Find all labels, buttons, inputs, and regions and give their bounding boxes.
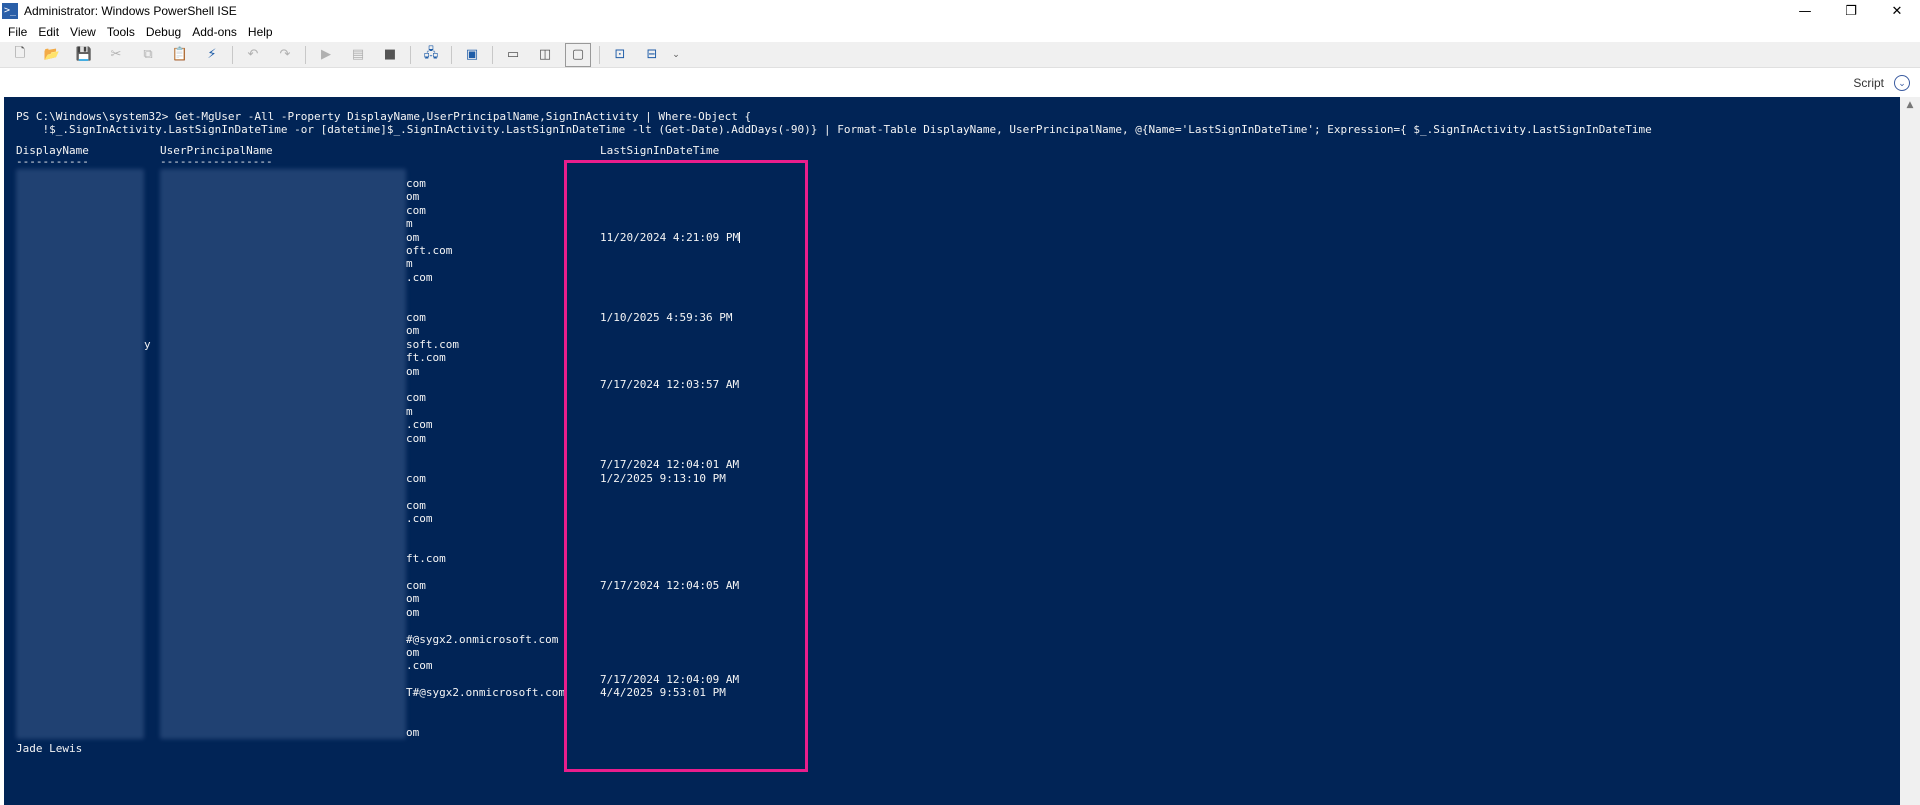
menu-debug[interactable]: Debug (146, 25, 181, 39)
upn-fragment: om (406, 592, 420, 606)
menu-tools[interactable]: Tools (107, 25, 135, 39)
script-pane-bar: Script ⌄ (0, 69, 1920, 97)
minimize-button[interactable]: — (1782, 0, 1828, 22)
header-underline-displayname: ----------- (16, 155, 89, 168)
title-bar: >_ Administrator: Windows PowerShell ISE… (0, 0, 1920, 22)
command-continuation-line: !$_.SignInActivity.LastSignInDateTime -o… (16, 123, 1652, 136)
redacted-displaynames (16, 169, 144, 739)
toolbar-separator (492, 45, 493, 64)
run-icon[interactable]: ▶ (314, 44, 338, 66)
upn-fragment: com (406, 311, 426, 324)
upn-fragment: com (406, 203, 426, 217)
paste-icon[interactable]: 📋 (168, 44, 192, 66)
highlight-box (564, 160, 808, 772)
displayname-partial: Jade Lewis (16, 741, 83, 755)
upn-fragment: .com (406, 270, 433, 284)
clear-icon[interactable]: ⚡ (200, 44, 224, 66)
remote-icon[interactable]: 🖧 (419, 44, 443, 66)
cut-icon[interactable]: ✂ (104, 44, 128, 66)
upn-fragment: om (406, 726, 420, 740)
layout-right-icon[interactable]: ◫ (533, 44, 557, 66)
upn-fragment: om (406, 324, 420, 338)
console-pane[interactable]: PS C:\Windows\system32> Get-MgUser -All … (4, 97, 1900, 805)
toolbar-overflow-icon[interactable]: ⌄ (672, 44, 680, 66)
undo-icon[interactable]: ↶ (241, 44, 265, 66)
upn-fragment: m (406, 217, 413, 231)
upn-fragment: com (406, 498, 426, 512)
upn-fragment: ft.com (406, 552, 446, 566)
toolbar-separator (410, 45, 411, 64)
redacted-userprincipalnames (160, 169, 406, 739)
toolbar: 🗋 📂 💾 ✂ ⧉ 📋 ⚡ ↶ ↷ ▶ ▤ ■ 🖧 ▣ ▭ ◫ ▢ ⊡ ⊟ ⌄ (0, 42, 1920, 68)
upn-fragment: om (406, 364, 420, 378)
upn-fragment: com (406, 471, 426, 485)
window-controls: — ❐ ✕ (1782, 0, 1920, 22)
console-scrollbar[interactable]: ▲ (1900, 97, 1920, 805)
scroll-up-icon[interactable]: ▲ (1900, 97, 1920, 113)
run-selection-icon[interactable]: ▤ (346, 44, 370, 66)
window-title: Administrator: Windows PowerShell ISE (24, 4, 237, 18)
show-script-icon[interactable]: ⊡ (608, 44, 632, 66)
upn-fragment: m (406, 404, 413, 418)
upn-fragment: com (406, 177, 426, 190)
chevron-down-icon[interactable]: ⌄ (1894, 75, 1910, 91)
upn-fragment: #@sygx2.onmicrosoft.com (406, 632, 559, 646)
powershell-ise-icon: >_ (2, 3, 18, 19)
upn-fragment: .com (406, 512, 433, 525)
upn-fragment: com (406, 579, 426, 592)
menu-file[interactable]: File (8, 25, 27, 39)
upn-fragment: om (406, 605, 420, 619)
powershell-icon[interactable]: ▣ (460, 44, 484, 66)
copy-icon[interactable]: ⧉ (136, 44, 160, 66)
toolbar-separator (599, 45, 600, 64)
upn-fragment: T#@sygx2.onmicrosoft.com (406, 686, 565, 700)
upn-fragment: com (406, 431, 426, 445)
show-commands-icon[interactable]: ⊟ (640, 44, 664, 66)
upn-fragment: om (406, 646, 420, 659)
menu-bar: File Edit View Tools Debug Add-ons Help (0, 22, 1920, 42)
upn-fragment: om (406, 230, 420, 244)
menu-addons[interactable]: Add-ons (192, 25, 237, 39)
upn-fragment: com (406, 391, 426, 405)
displayname-fragment: y (144, 337, 151, 351)
new-file-icon[interactable]: 🗋 (8, 44, 32, 66)
script-pane-label: Script (1853, 76, 1884, 90)
upn-fragment: soft.com (406, 337, 459, 351)
upn-fragment: oft.com (406, 244, 453, 257)
upn-fragment: .com (406, 418, 433, 432)
stop-icon[interactable]: ■ (378, 44, 402, 66)
save-icon[interactable]: 💾 (72, 44, 96, 66)
layout-top-icon[interactable]: ▭ (501, 44, 525, 66)
toolbar-separator (451, 45, 452, 64)
upn-fragment: .com (406, 659, 433, 673)
restore-button[interactable]: ❐ (1828, 0, 1874, 22)
upn-fragment: m (406, 257, 413, 271)
layout-max-icon[interactable]: ▢ (565, 42, 591, 67)
toolbar-separator (305, 45, 306, 64)
header-underline-upn: ----------------- (160, 155, 273, 168)
redo-icon[interactable]: ↷ (273, 44, 297, 66)
menu-help[interactable]: Help (248, 25, 273, 39)
open-folder-icon[interactable]: 📂 (40, 44, 64, 66)
prompt-command-line: PS C:\Windows\system32> Get-MgUser -All … (16, 110, 752, 123)
upn-fragment: om (406, 190, 420, 204)
menu-edit[interactable]: Edit (38, 25, 59, 39)
upn-fragment: ft.com (406, 351, 446, 365)
close-button[interactable]: ✕ (1874, 0, 1920, 22)
menu-view[interactable]: View (70, 25, 96, 39)
toolbar-separator (232, 45, 233, 64)
